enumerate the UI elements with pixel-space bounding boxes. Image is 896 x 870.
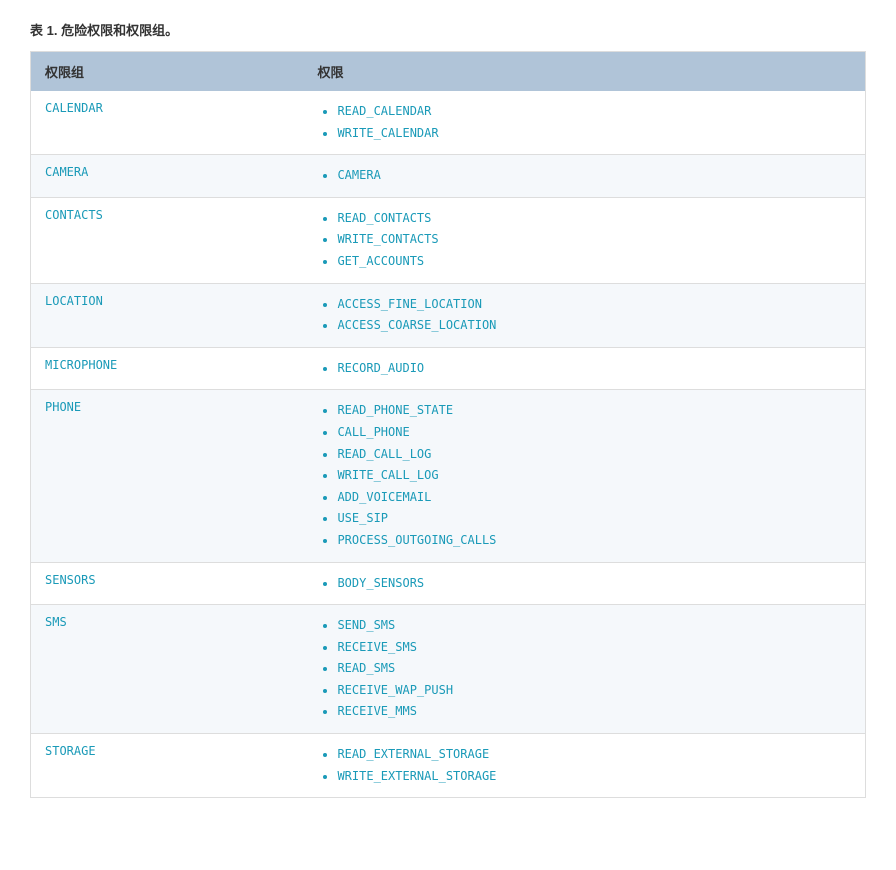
permission-item: READ_CALENDAR: [337, 101, 851, 123]
group-cell: PHONE: [31, 390, 304, 562]
permission-item: WRITE_CALL_LOG: [337, 465, 851, 487]
table-row: CALENDARREAD_CALENDARWRITE_CALENDAR: [31, 91, 866, 155]
permissions-cell: RECORD_AUDIO: [303, 347, 865, 390]
permissions-cell: READ_CONTACTSWRITE_CONTACTSGET_ACCOUNTS: [303, 197, 865, 283]
permissions-table: 权限组 权限 CALENDARREAD_CALENDARWRITE_CALEND…: [30, 51, 866, 798]
permission-item: PROCESS_OUTGOING_CALLS: [337, 530, 851, 552]
permission-item: SEND_SMS: [337, 615, 851, 637]
permission-item: RECEIVE_MMS: [337, 701, 851, 723]
table-row: SENSORS BODY_SENSORS: [31, 562, 866, 605]
group-cell: CAMERA: [31, 155, 304, 198]
group-cell: CONTACTS: [31, 197, 304, 283]
permission-item: WRITE_CALENDAR: [337, 123, 851, 145]
col-permission-header: 权限: [303, 52, 865, 92]
permission-item: ACCESS_COARSE_LOCATION: [337, 315, 851, 337]
permission-item: ADD_VOICEMAIL: [337, 487, 851, 509]
permission-item: USE_SIP: [337, 508, 851, 530]
permission-item: READ_CONTACTS: [337, 208, 851, 230]
table-row: CAMERA CAMERA: [31, 155, 866, 198]
table-row: LOCATIONACCESS_FINE_LOCATIONACCESS_COARS…: [31, 283, 866, 347]
table-row: PHONEREAD_PHONE_STATECALL_PHONEREAD_CALL…: [31, 390, 866, 562]
group-cell: LOCATION: [31, 283, 304, 347]
permission-item: RECORD_AUDIO: [337, 358, 851, 380]
permission-item: CAMERA: [337, 165, 851, 187]
permission-item: READ_SMS: [337, 658, 851, 680]
permissions-cell: READ_EXTERNAL_STORAGEWRITE_EXTERNAL_STOR…: [303, 734, 865, 798]
table-title: 表 1. 危险权限和权限组。: [30, 20, 866, 39]
permission-item: WRITE_CONTACTS: [337, 229, 851, 251]
col-group-header: 权限组: [31, 52, 304, 92]
permission-item: CALL_PHONE: [337, 422, 851, 444]
permissions-cell: BODY_SENSORS: [303, 562, 865, 605]
permission-item: RECEIVE_SMS: [337, 637, 851, 659]
permissions-cell: CAMERA: [303, 155, 865, 198]
permission-item: GET_ACCOUNTS: [337, 251, 851, 273]
group-cell: MICROPHONE: [31, 347, 304, 390]
table-row: CONTACTSREAD_CONTACTSWRITE_CONTACTSGET_A…: [31, 197, 866, 283]
permission-item: ACCESS_FINE_LOCATION: [337, 294, 851, 316]
permission-item: READ_EXTERNAL_STORAGE: [337, 744, 851, 766]
table-row: MICROPHONE RECORD_AUDIO: [31, 347, 866, 390]
permission-item: WRITE_EXTERNAL_STORAGE: [337, 766, 851, 788]
permissions-cell: SEND_SMSRECEIVE_SMSREAD_SMSRECEIVE_WAP_P…: [303, 605, 865, 734]
permissions-cell: READ_CALENDARWRITE_CALENDAR: [303, 91, 865, 155]
group-cell: STORAGE: [31, 734, 304, 798]
permission-item: RECEIVE_WAP_PUSH: [337, 680, 851, 702]
group-cell: SENSORS: [31, 562, 304, 605]
group-cell: SMS: [31, 605, 304, 734]
table-row: STORAGEREAD_EXTERNAL_STORAGEWRITE_EXTERN…: [31, 734, 866, 798]
permission-item: READ_CALL_LOG: [337, 444, 851, 466]
permission-item: BODY_SENSORS: [337, 573, 851, 595]
permissions-cell: READ_PHONE_STATECALL_PHONEREAD_CALL_LOGW…: [303, 390, 865, 562]
permission-item: READ_PHONE_STATE: [337, 400, 851, 422]
permissions-cell: ACCESS_FINE_LOCATIONACCESS_COARSE_LOCATI…: [303, 283, 865, 347]
group-cell: CALENDAR: [31, 91, 304, 155]
table-row: SMSSEND_SMSRECEIVE_SMSREAD_SMSRECEIVE_WA…: [31, 605, 866, 734]
